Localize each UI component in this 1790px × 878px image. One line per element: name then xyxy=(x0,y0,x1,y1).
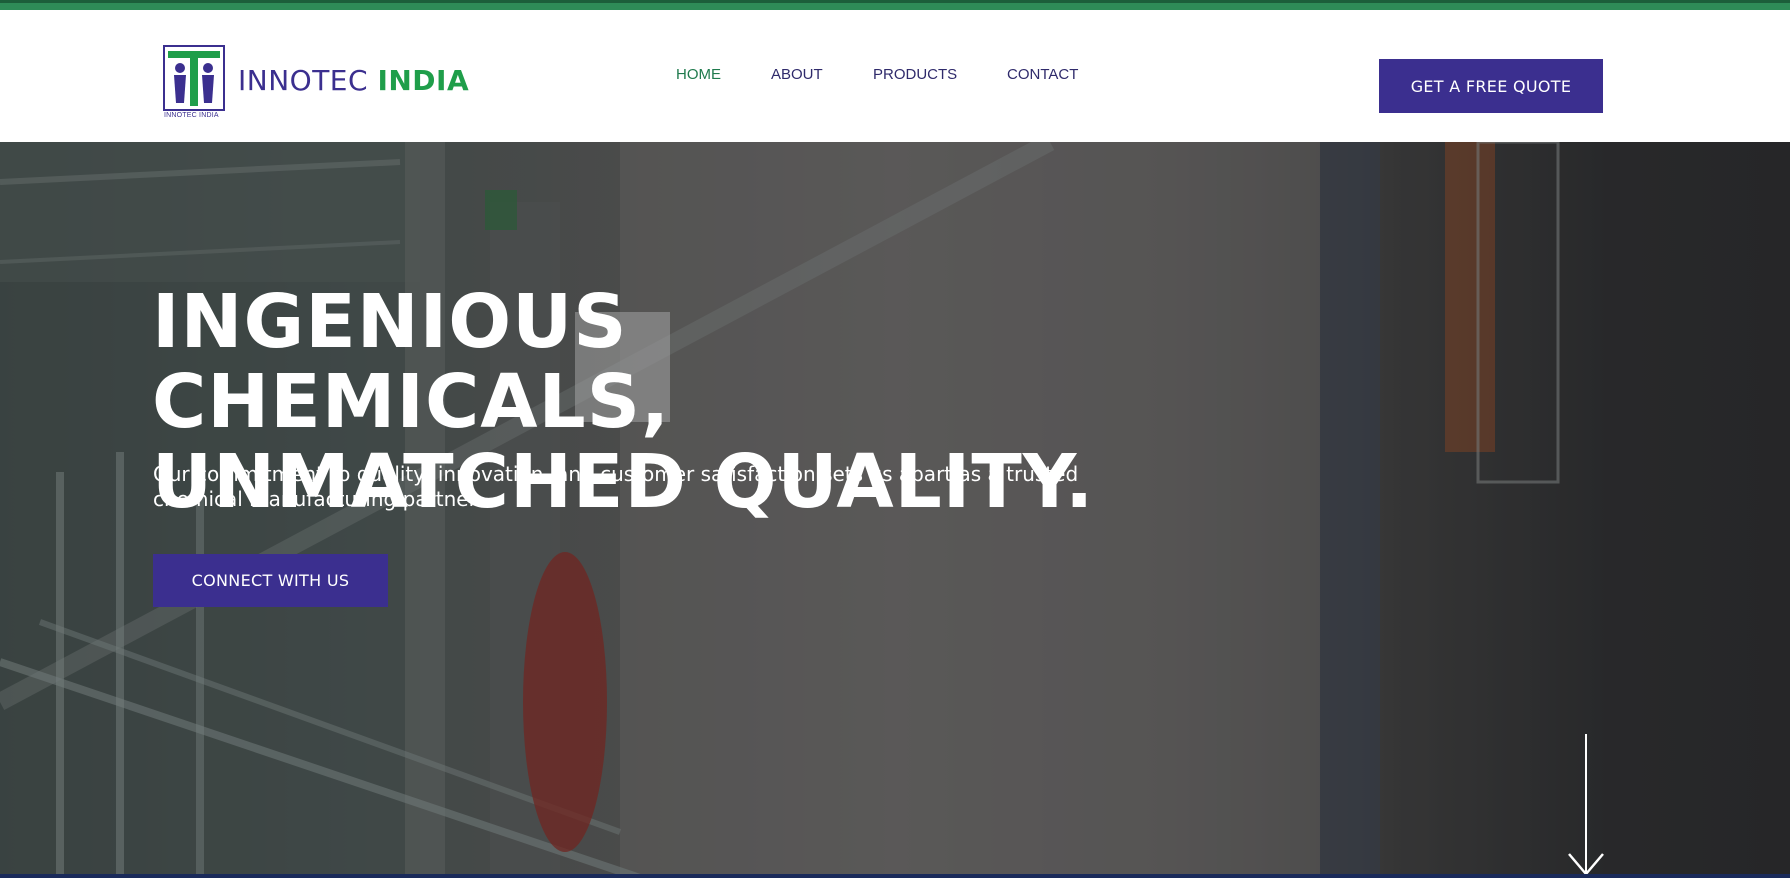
nav-item-home[interactable]: HOME xyxy=(676,66,721,83)
connect-with-us-button[interactable]: CONNECT WITH US xyxy=(153,554,388,607)
logo-icon xyxy=(163,45,225,111)
hero-description: Our commitment to quality, innovation, a… xyxy=(153,462,1079,511)
nav-item-products[interactable]: PRODUCTS xyxy=(873,66,957,83)
nav-item-contact[interactable]: CONTACT xyxy=(1007,66,1078,83)
logo-subtext: INNOTEC INDIA xyxy=(164,112,219,119)
arrow-down-icon[interactable] xyxy=(1566,734,1606,878)
bottom-edge xyxy=(0,874,1790,878)
logo[interactable]: INNOTEC INDIA INNOTEC INDIA xyxy=(163,45,469,120)
brand-name-part2: INDIA xyxy=(377,64,470,97)
brand-name-part1: INNOTEC xyxy=(238,64,369,97)
hero-section: INGENIOUS CHEMICALS, UNMATCHED QUALITY. … xyxy=(0,142,1790,878)
top-accent-bar xyxy=(0,0,1790,10)
brand-name: INNOTEC INDIA xyxy=(238,64,469,97)
nav-item-about[interactable]: ABOUT xyxy=(771,66,823,83)
hero-title-line1: INGENIOUS CHEMICALS, xyxy=(152,279,671,445)
get-free-quote-button[interactable]: GET A FREE QUOTE xyxy=(1379,59,1603,113)
site-header: INNOTEC INDIA INNOTEC INDIA HOME ABOUT P… xyxy=(0,10,1790,142)
